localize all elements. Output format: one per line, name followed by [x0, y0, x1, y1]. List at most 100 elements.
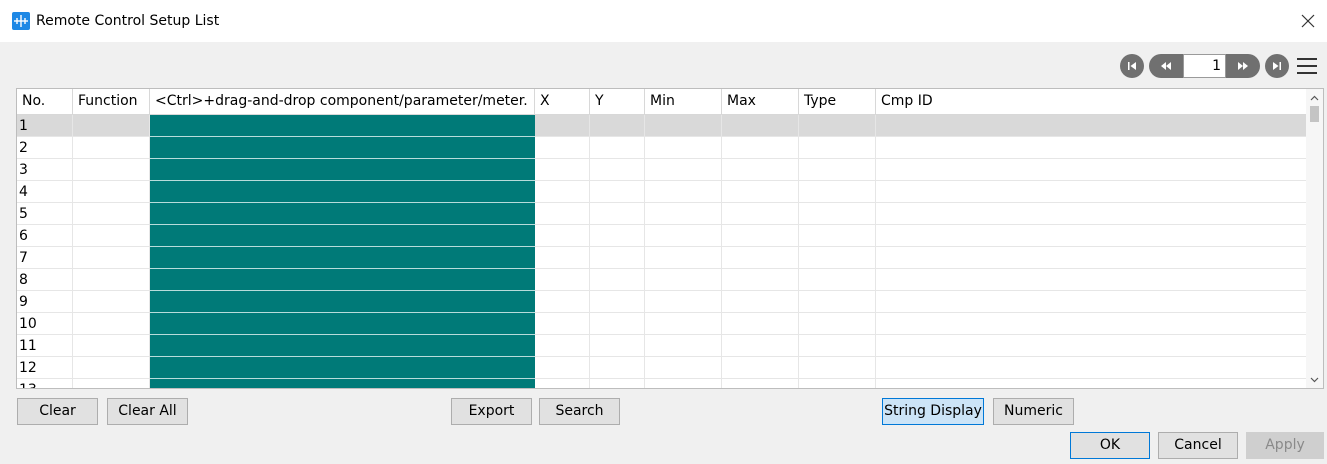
table-cell[interactable]: [799, 115, 876, 137]
table-cell[interactable]: [73, 269, 150, 291]
col-component[interactable]: <Ctrl>+drag-and-drop component/parameter…: [150, 89, 535, 115]
table-cell[interactable]: [590, 247, 645, 269]
table-row[interactable]: 8: [17, 269, 1307, 291]
table-cell[interactable]: [73, 247, 150, 269]
row-number[interactable]: 7: [17, 247, 73, 269]
col-cmp-id[interactable]: Cmp ID: [876, 89, 1307, 115]
table-cell[interactable]: [876, 247, 1307, 269]
table-cell[interactable]: [73, 181, 150, 203]
table-cell[interactable]: [535, 313, 590, 335]
table-row[interactable]: 1: [17, 115, 1307, 137]
table-cell[interactable]: [645, 247, 722, 269]
table-row[interactable]: 13: [17, 379, 1307, 388]
table-cell[interactable]: [722, 181, 799, 203]
row-number[interactable]: 1: [17, 115, 73, 137]
page-number-input[interactable]: 1: [1183, 54, 1226, 78]
row-number[interactable]: 10: [17, 313, 73, 335]
table-cell[interactable]: [590, 159, 645, 181]
table-cell[interactable]: [73, 159, 150, 181]
component-drop-cell[interactable]: [150, 291, 535, 313]
row-number[interactable]: 9: [17, 291, 73, 313]
table-row[interactable]: 11: [17, 335, 1307, 357]
numeric-button[interactable]: Numeric: [993, 398, 1074, 425]
table-cell[interactable]: [722, 203, 799, 225]
table-cell[interactable]: [535, 291, 590, 313]
table-cell[interactable]: [799, 357, 876, 379]
table-cell[interactable]: [590, 225, 645, 247]
row-number[interactable]: 8: [17, 269, 73, 291]
table-cell[interactable]: [535, 137, 590, 159]
search-button[interactable]: Search: [539, 398, 620, 425]
component-drop-cell[interactable]: [150, 247, 535, 269]
apply-button[interactable]: Apply: [1246, 432, 1324, 459]
menu-icon[interactable]: [1297, 56, 1317, 76]
table-cell[interactable]: [645, 357, 722, 379]
table-cell[interactable]: [799, 203, 876, 225]
table-cell[interactable]: [722, 115, 799, 137]
table-row[interactable]: 4: [17, 181, 1307, 203]
table-cell[interactable]: [876, 203, 1307, 225]
component-drop-cell[interactable]: [150, 137, 535, 159]
table-cell[interactable]: [722, 225, 799, 247]
table-cell[interactable]: [722, 159, 799, 181]
row-number[interactable]: 4: [17, 181, 73, 203]
table-row[interactable]: 6: [17, 225, 1307, 247]
col-y[interactable]: Y: [590, 89, 645, 115]
table-cell[interactable]: [535, 225, 590, 247]
next-page-button[interactable]: [1226, 54, 1260, 78]
component-drop-cell[interactable]: [150, 335, 535, 357]
table-cell[interactable]: [590, 269, 645, 291]
table-cell[interactable]: [73, 379, 150, 388]
close-button[interactable]: [1293, 6, 1323, 36]
table-cell[interactable]: [799, 313, 876, 335]
table-cell[interactable]: [645, 335, 722, 357]
table-cell[interactable]: [645, 269, 722, 291]
first-page-button[interactable]: [1120, 54, 1144, 78]
clear-button[interactable]: Clear: [17, 398, 98, 425]
table-cell[interactable]: [73, 203, 150, 225]
scroll-down-button[interactable]: [1306, 371, 1323, 388]
table-cell[interactable]: [645, 137, 722, 159]
table-cell[interactable]: [535, 379, 590, 388]
table-row[interactable]: 12: [17, 357, 1307, 379]
table-cell[interactable]: [535, 181, 590, 203]
table-cell[interactable]: [722, 269, 799, 291]
table-cell[interactable]: [876, 269, 1307, 291]
col-type[interactable]: Type: [799, 89, 876, 115]
clear-all-button[interactable]: Clear All: [107, 398, 188, 425]
col-function[interactable]: Function: [73, 89, 150, 115]
col-min[interactable]: Min: [645, 89, 722, 115]
table-cell[interactable]: [799, 269, 876, 291]
row-number[interactable]: 2: [17, 137, 73, 159]
table-cell[interactable]: [876, 335, 1307, 357]
table-cell[interactable]: [590, 137, 645, 159]
string-display-button[interactable]: String Display: [882, 398, 984, 425]
component-drop-cell[interactable]: [150, 379, 535, 388]
table-cell[interactable]: [722, 379, 799, 388]
table-cell[interactable]: [645, 313, 722, 335]
table-cell[interactable]: [645, 203, 722, 225]
row-number[interactable]: 6: [17, 225, 73, 247]
component-drop-cell[interactable]: [150, 269, 535, 291]
table-cell[interactable]: [799, 225, 876, 247]
table-cell[interactable]: [722, 247, 799, 269]
table-row[interactable]: 3: [17, 159, 1307, 181]
ok-button[interactable]: OK: [1070, 432, 1150, 459]
scroll-thumb[interactable]: [1310, 106, 1319, 122]
table-cell[interactable]: [876, 313, 1307, 335]
table-row[interactable]: 9: [17, 291, 1307, 313]
row-number[interactable]: 13: [17, 379, 73, 388]
component-drop-cell[interactable]: [150, 159, 535, 181]
table-cell[interactable]: [645, 225, 722, 247]
row-number[interactable]: 3: [17, 159, 73, 181]
table-cell[interactable]: [876, 291, 1307, 313]
row-number[interactable]: 5: [17, 203, 73, 225]
table-cell[interactable]: [876, 225, 1307, 247]
row-number[interactable]: 11: [17, 335, 73, 357]
table-cell[interactable]: [73, 115, 150, 137]
component-drop-cell[interactable]: [150, 357, 535, 379]
table-cell[interactable]: [73, 335, 150, 357]
table-row[interactable]: 5: [17, 203, 1307, 225]
cancel-button[interactable]: Cancel: [1158, 432, 1238, 459]
table-cell[interactable]: [73, 291, 150, 313]
